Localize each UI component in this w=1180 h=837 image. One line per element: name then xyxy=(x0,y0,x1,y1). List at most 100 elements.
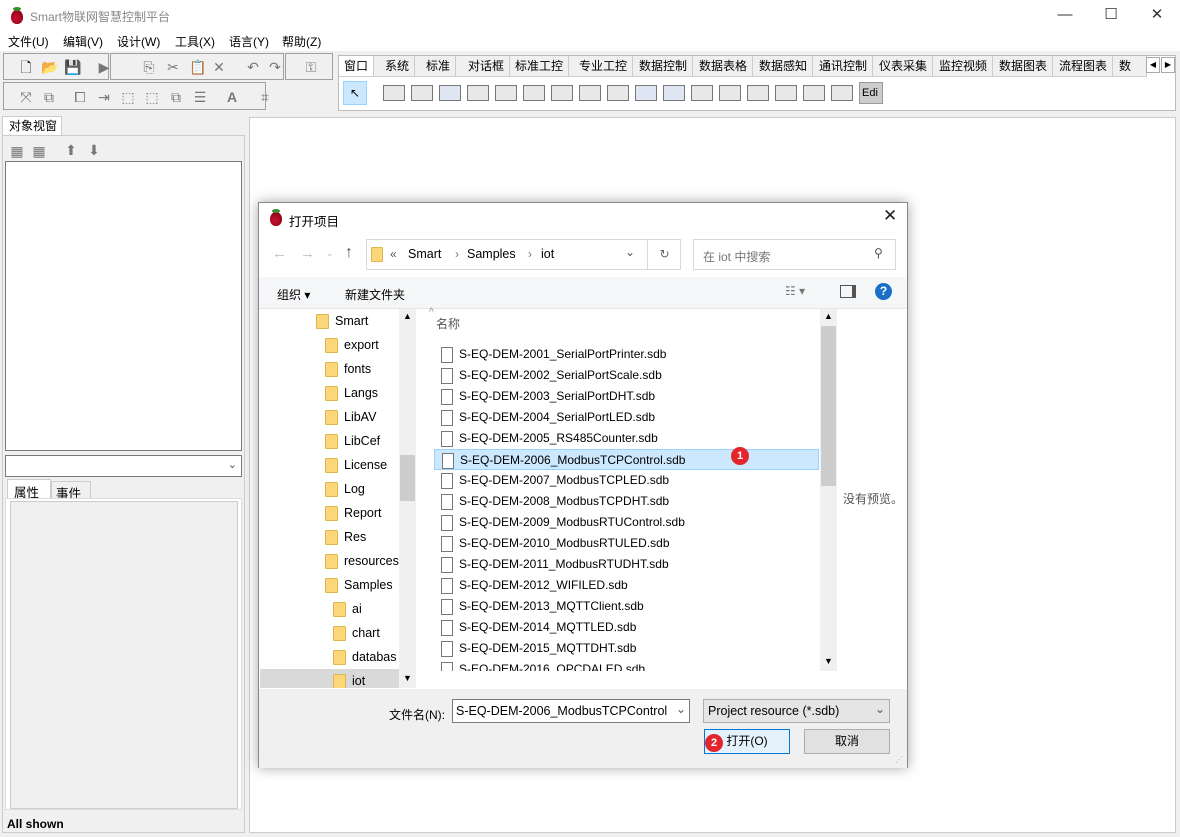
file-row[interactable]: S-EQ-DEM-2015_MQTTDHT.sdb xyxy=(434,638,819,659)
tree-item-res[interactable]: Res xyxy=(260,525,399,549)
palette-tab[interactable]: 对话框 xyxy=(463,56,511,76)
select-region-icon[interactable]: ⬚ xyxy=(144,89,160,105)
file-row[interactable]: S-EQ-DEM-2006_ModbusTCPControl.sdb xyxy=(434,449,819,470)
back-button[interactable]: ← xyxy=(272,245,287,262)
tree-item-ai[interactable]: ai xyxy=(260,597,399,621)
same-width-icon[interactable]: ⬚ xyxy=(120,89,136,105)
palette-tab[interactable]: 监控视频 xyxy=(934,56,994,76)
file-row[interactable]: S-EQ-DEM-2002_SerialPortScale.sdb xyxy=(434,365,819,386)
file-row[interactable]: S-EQ-DEM-2011_ModbusRTUDHT.sdb xyxy=(434,554,819,575)
save-icon[interactable]: 💾 xyxy=(64,59,81,75)
palette-tab[interactable]: 窗口 xyxy=(339,56,375,76)
file-row[interactable]: S-EQ-DEM-2004_SerialPortLED.sdb xyxy=(434,407,819,428)
search-box[interactable]: 在 iot 中搜索 ⚲ xyxy=(693,239,896,270)
palette-tab[interactable]: 数据图表 xyxy=(994,56,1054,76)
menu-item[interactable]: 工具(X) xyxy=(175,33,215,50)
cut-icon[interactable]: ✂ xyxy=(165,59,181,75)
new-folder-button[interactable]: 新建文件夹 xyxy=(345,286,405,303)
breadcrumb-samples[interactable]: Samples xyxy=(467,247,516,261)
filename-dropdown-icon[interactable]: ⌄ xyxy=(676,702,686,716)
pointer-tool-icon[interactable]: ↖ xyxy=(343,81,367,105)
delete-icon[interactable]: ✕ xyxy=(211,59,227,75)
open-folder-icon[interactable]: 📂 xyxy=(41,59,58,75)
redo-icon[interactable]: ↷ xyxy=(267,59,283,75)
help-icon[interactable]: ? xyxy=(875,283,892,300)
slider-control-icon[interactable] xyxy=(495,85,517,101)
menu-item[interactable]: 文件(U) xyxy=(8,33,49,50)
view-options-icon[interactable]: ☷ ▾ xyxy=(785,284,805,298)
layer-icon[interactable]: ⧉ xyxy=(168,89,184,105)
menu-item[interactable]: 设计(W) xyxy=(117,33,160,50)
tree-item-smart[interactable]: Smart xyxy=(260,309,399,333)
image-stack-control-icon[interactable] xyxy=(439,85,461,101)
tree-item-resources[interactable]: resources xyxy=(260,549,399,573)
month-control-icon[interactable] xyxy=(663,85,685,101)
object-view-tab[interactable]: 对象视窗 xyxy=(2,116,62,136)
scanner-control-icon[interactable] xyxy=(607,85,629,101)
calendar-control-icon[interactable] xyxy=(635,85,657,101)
forward-button[interactable]: → xyxy=(300,245,315,262)
file-row[interactable]: S-EQ-DEM-2007_ModbusTCPLED.sdb xyxy=(434,470,819,491)
progress-control-icon[interactable] xyxy=(523,85,545,101)
breadcrumb-smart[interactable]: Smart xyxy=(408,247,441,261)
palette-tab[interactable]: 专业工控 xyxy=(574,56,634,76)
panel-control-icon[interactable] xyxy=(383,85,405,101)
tree-item-chart[interactable]: chart xyxy=(260,621,399,645)
palette-tab[interactable]: 系统 xyxy=(380,56,416,76)
key-icon[interactable]: ⚿ xyxy=(303,59,319,75)
paste-icon[interactable]: 📋 xyxy=(189,59,206,75)
gauge-control-icon[interactable] xyxy=(775,85,797,101)
tree-item-libcef[interactable]: LibCef xyxy=(260,429,399,453)
palette-tab[interactable]: 数据表格 xyxy=(694,56,754,76)
tree-item-export[interactable]: export xyxy=(260,333,399,357)
palette-tab[interactable]: 标准工控 xyxy=(510,56,570,76)
label-control-icon[interactable] xyxy=(579,85,601,101)
palette-tab[interactable]: 通讯控制 xyxy=(814,56,874,76)
menu-item[interactable]: 编辑(V) xyxy=(63,33,103,50)
distribute-icon[interactable]: ☰ xyxy=(192,89,208,105)
palette-tab[interactable]: 流程图表 xyxy=(1054,56,1114,76)
remove-object-icon[interactable]: ▦ xyxy=(31,143,47,159)
tree-item-libav[interactable]: LibAV xyxy=(260,405,399,429)
richtext-control-icon[interactable] xyxy=(467,85,489,101)
space-horizontal-icon[interactable]: ⇥ xyxy=(96,89,112,105)
menu-item[interactable]: 语言(Y) xyxy=(229,33,269,50)
frame-control-icon[interactable] xyxy=(411,85,433,101)
toolbar-control-icon[interactable] xyxy=(831,85,853,101)
status-control-icon[interactable] xyxy=(747,85,769,101)
align-center-icon[interactable]: ⤧ xyxy=(18,89,34,105)
filename-input[interactable]: S-EQ-DEM-2006_ModbusTCPControl ⌄ xyxy=(452,699,690,723)
palette-scroll-right-button[interactable]: ▶ xyxy=(1161,57,1175,73)
maximize-button[interactable]: ☐ xyxy=(1088,0,1134,31)
tree-item-log[interactable]: Log xyxy=(260,477,399,501)
file-row[interactable]: S-EQ-DEM-2012_WIFILED.sdb xyxy=(434,575,819,596)
recent-dropdown-icon[interactable]: ⌄ xyxy=(326,248,334,259)
tree-item-samples[interactable]: Samples xyxy=(260,573,399,597)
file-row[interactable]: S-EQ-DEM-2009_ModbusRTUControl.sdb xyxy=(434,512,819,533)
palette-tab[interactable]: 数据 xyxy=(1114,56,1147,76)
palette-tab[interactable]: 标准 xyxy=(421,56,457,76)
tree-item-iot[interactable]: iot xyxy=(260,669,399,688)
tree-item-report[interactable]: Report xyxy=(260,501,399,525)
tree-item-langs[interactable]: Langs xyxy=(260,381,399,405)
palette-tab[interactable]: 仪表采集 xyxy=(874,56,934,76)
menu-item[interactable]: 帮助(Z) xyxy=(282,33,321,50)
edit-control-tool[interactable]: Edi xyxy=(859,82,883,104)
tree-item-license[interactable]: License xyxy=(260,453,399,477)
bring-front-icon[interactable]: ⧠ xyxy=(72,89,88,105)
listview-control-icon[interactable] xyxy=(719,85,741,101)
file-type-select[interactable]: Project resource (*.sdb) ⌄ xyxy=(703,699,890,723)
properties-grid[interactable] xyxy=(10,501,238,809)
close-button[interactable]: ✕ xyxy=(1134,0,1180,31)
object-tree[interactable] xyxy=(5,161,242,451)
file-row[interactable]: S-EQ-DEM-2005_RS485Counter.sdb xyxy=(434,428,819,449)
address-dropdown-icon[interactable]: ⌄ xyxy=(625,245,635,259)
file-row[interactable]: S-EQ-DEM-2013_MQTTClient.sdb xyxy=(434,596,819,617)
up-button[interactable]: ↑ xyxy=(345,244,353,262)
resize-grip-icon[interactable]: ⋰ xyxy=(895,755,903,764)
font-icon[interactable]: A xyxy=(224,89,240,105)
file-row[interactable]: S-EQ-DEM-2016_OPCDALED.sdb xyxy=(434,659,819,671)
breadcrumb-overflow[interactable]: « xyxy=(390,247,397,261)
copy-icon[interactable]: ⎘ xyxy=(141,59,157,75)
file-scrollbar-thumb[interactable] xyxy=(821,326,836,486)
